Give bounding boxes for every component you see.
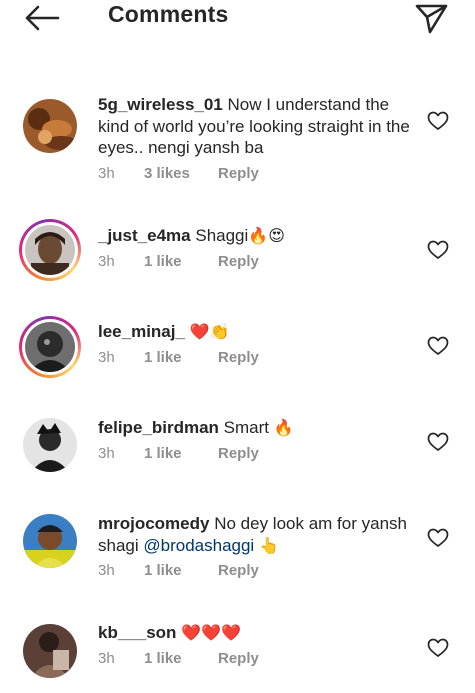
avatar[interactable]: [19, 316, 81, 378]
heart-icon: [427, 638, 449, 657]
comment-time: 3h: [98, 253, 115, 270]
paper-plane-icon: [415, 4, 448, 34]
comment-username[interactable]: _just_e4ma: [98, 226, 191, 245]
reply-button[interactable]: Reply: [218, 165, 259, 182]
heart-icon: [427, 528, 449, 547]
comment-likes[interactable]: 1 like: [144, 650, 182, 667]
like-button[interactable]: [427, 638, 449, 658]
comment-likes[interactable]: 1 like: [144, 562, 182, 579]
comment-text: _just_e4ma Shaggi🔥😍: [98, 225, 410, 247]
arrow-left-icon: [25, 5, 60, 31]
reply-button[interactable]: Reply: [218, 562, 259, 579]
comment-time: 3h: [98, 165, 115, 182]
heart-icon: [427, 432, 449, 451]
comment-text: lee_minaj_ ❤️👏: [98, 321, 410, 343]
comment-text: mrojocomedy No dey look am for yansh sha…: [98, 513, 410, 556]
comment-body: Shaggi: [195, 226, 249, 245]
comment-username[interactable]: mrojocomedy: [98, 514, 209, 533]
like-button[interactable]: [427, 240, 449, 260]
comment-emojis: 👆: [258, 535, 279, 555]
comment-time: 3h: [98, 349, 115, 366]
avatar[interactable]: [19, 620, 81, 682]
comment-username[interactable]: felipe_birdman: [98, 418, 219, 437]
heart-icon: [427, 111, 449, 130]
reply-button[interactable]: Reply: [218, 253, 259, 270]
avatar-image: [23, 624, 77, 678]
like-button[interactable]: [427, 111, 449, 131]
avatar[interactable]: [19, 95, 81, 157]
avatar[interactable]: [19, 414, 81, 476]
reply-button[interactable]: Reply: [218, 445, 259, 462]
comment-text: kb___son ❤️❤️❤️: [98, 622, 410, 644]
comment-body: Smart: [223, 418, 269, 437]
comment-username[interactable]: kb___son: [98, 623, 176, 642]
avatar-image: [23, 99, 77, 153]
comment-emojis: ❤️👏: [189, 322, 230, 341]
reply-button[interactable]: Reply: [218, 650, 259, 667]
page-title: Comments: [108, 1, 229, 27]
comment-emojis: ❤️❤️❤️: [181, 623, 241, 642]
comment-emojis: 🔥😍: [248, 226, 285, 245]
like-button[interactable]: [427, 528, 449, 548]
back-button[interactable]: [22, 4, 62, 32]
like-button[interactable]: [427, 336, 449, 356]
comment-emojis: 🔥: [273, 418, 294, 437]
comment-username[interactable]: 5g_wireless_01: [98, 95, 223, 114]
heart-icon: [427, 240, 449, 259]
comment-time: 3h: [98, 562, 115, 579]
mention-link[interactable]: @brodashaggi: [143, 536, 254, 555]
comment-likes[interactable]: 1 like: [144, 253, 182, 270]
comment-time: 3h: [98, 650, 115, 667]
comment-text: felipe_birdman Smart 🔥: [98, 417, 410, 439]
avatar-image: [23, 418, 77, 472]
avatar[interactable]: [19, 219, 81, 281]
avatar[interactable]: [19, 510, 81, 572]
reply-button[interactable]: Reply: [218, 349, 259, 366]
heart-icon: [427, 336, 449, 355]
avatar-image: [25, 225, 75, 275]
comment-text: 5g_wireless_01 Now I understand the kind…: [98, 94, 410, 159]
avatar-image: [25, 322, 75, 372]
comment-likes[interactable]: 3 likes: [144, 165, 190, 182]
comment-likes[interactable]: 1 like: [144, 349, 182, 366]
comment-time: 3h: [98, 445, 115, 462]
header-bar: Comments: [0, 0, 475, 34]
comment-likes[interactable]: 1 like: [144, 445, 182, 462]
comment-username[interactable]: lee_minaj_: [98, 322, 185, 341]
avatar-image: [23, 514, 77, 568]
share-button[interactable]: [413, 2, 449, 34]
like-button[interactable]: [427, 432, 449, 452]
